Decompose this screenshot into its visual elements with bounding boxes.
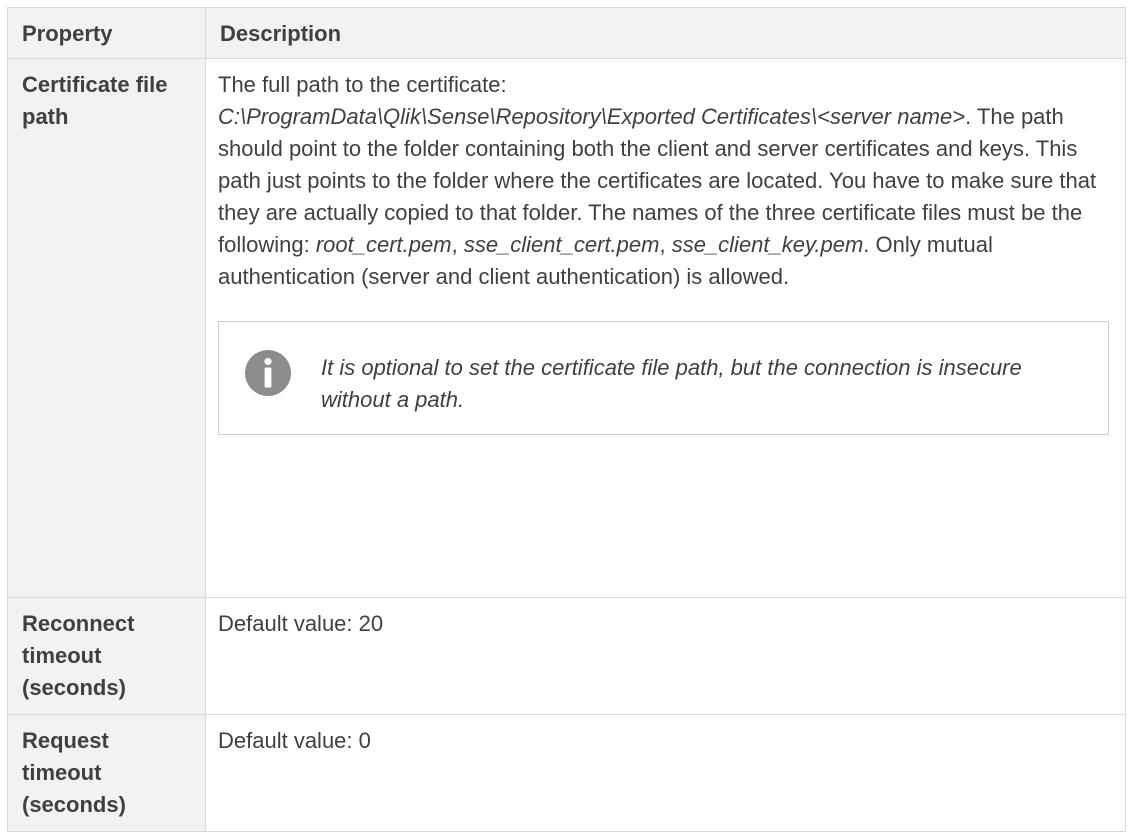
property-description: Default value: 20: [205, 597, 1126, 715]
table-header-row: Property Description: [7, 7, 1126, 59]
property-description: Default value: 0: [205, 714, 1126, 832]
file-name-client-key: sse_client_key.pem: [671, 232, 864, 257]
note-text: It is optional to set the certificate fi…: [321, 355, 1022, 412]
table-row: Request timeout (seconds) Default value:…: [7, 714, 1126, 832]
file-name-root-cert: root_cert.pem: [315, 232, 452, 257]
properties-table: Property Description Certificate file pa…: [7, 7, 1126, 832]
property-name: Reconnect timeout (seconds): [7, 597, 206, 715]
table-row: Reconnect timeout (seconds) Default valu…: [7, 597, 1126, 715]
certificate-path: C:\ProgramData\Qlik\Sense\Repository\Exp…: [218, 104, 966, 129]
property-description: The full path to the certificate: C:\Prog…: [205, 58, 1126, 598]
property-name: Certificate file path: [7, 58, 206, 598]
info-note: It is optional to set the certificate fi…: [218, 321, 1109, 435]
info-icon: [245, 350, 291, 396]
table-row: Certificate file path The full path to t…: [7, 58, 1126, 598]
separator: ,: [451, 232, 464, 257]
column-header-property: Property: [7, 7, 206, 59]
description-paragraph: The full path to the certificate: C:\Prog…: [218, 69, 1111, 293]
property-name: Request timeout (seconds): [7, 714, 206, 832]
file-name-client-cert: sse_client_cert.pem: [463, 232, 660, 257]
description-intro: The full path to the certificate:: [218, 72, 507, 97]
column-header-description: Description: [205, 7, 1126, 59]
separator: ,: [659, 232, 672, 257]
